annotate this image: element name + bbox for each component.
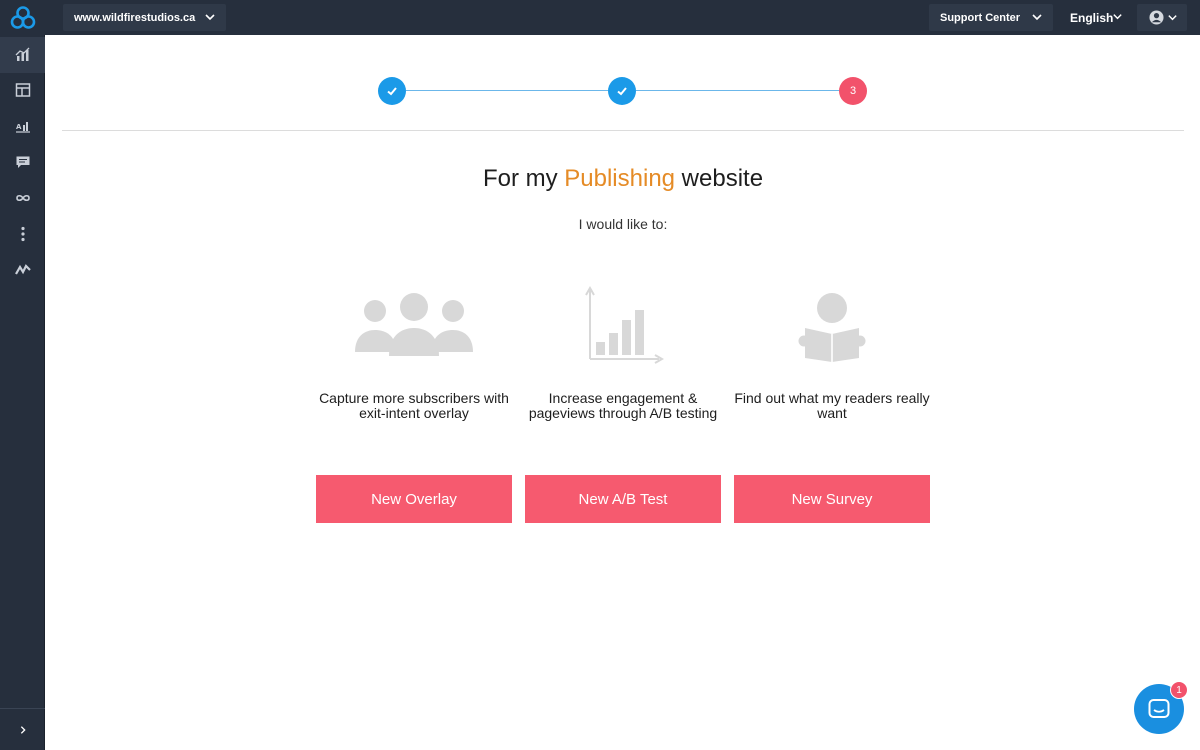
sidebar: A: [0, 35, 45, 750]
chevron-down-icon: [1032, 14, 1042, 21]
chevron-down-icon: [1113, 14, 1122, 20]
page-subtitle: I would like to:: [578, 216, 668, 232]
integrations-icon: [15, 194, 30, 202]
layout-icon: [15, 83, 30, 97]
chevron-down-icon: [1168, 15, 1177, 21]
new-survey-button[interactable]: New Survey: [734, 475, 930, 523]
page-title-suffix: website: [675, 165, 764, 192]
checkmark-icon: [617, 87, 627, 96]
sidebar-expand-button[interactable]: [0, 708, 45, 750]
checkmark-icon: [387, 87, 397, 96]
site-selector-label: www.wildfirestudios.ca: [74, 11, 196, 24]
bar-chart-icon: [585, 286, 665, 364]
site-selector[interactable]: www.wildfirestudios.ca: [63, 4, 226, 31]
chat-notification-badge: 1: [1170, 681, 1188, 699]
sidebar-item-integrations[interactable]: [0, 180, 45, 216]
svg-text:A: A: [16, 123, 22, 131]
card-survey-description: Find out what my readers really want: [734, 390, 930, 421]
survey-icon: [16, 156, 29, 168]
language-selector[interactable]: English: [1061, 4, 1129, 31]
support-center-button[interactable]: Support Center: [929, 4, 1053, 31]
chat-icon: [1148, 699, 1170, 718]
sidebar-item-layout[interactable]: [0, 72, 45, 108]
divider: [62, 130, 1184, 131]
step-2-complete: [608, 77, 636, 105]
stepper-connector: [406, 90, 608, 91]
sidebar-item-analytics-line[interactable]: [0, 251, 45, 287]
sidebar-item-analytics[interactable]: [0, 37, 45, 73]
user-menu[interactable]: [1137, 4, 1187, 31]
ab-test-icon: A: [15, 122, 30, 133]
stepper-connector: [636, 90, 839, 91]
card-ab-test-description: Increase engagement & pageviews through …: [528, 390, 718, 421]
logo-icon[interactable]: [10, 5, 36, 31]
chevron-down-icon: [205, 14, 215, 21]
analytics-line-icon: [14, 264, 31, 275]
sidebar-item-ab-test[interactable]: A: [0, 108, 45, 144]
new-ab-test-button[interactable]: New A/B Test: [525, 475, 721, 523]
language-label: English: [1070, 10, 1114, 25]
page-title-highlight: Publishing: [564, 165, 676, 192]
reader-icon: [798, 293, 866, 362]
analytics-icon: [15, 47, 29, 61]
sidebar-item-survey[interactable]: [0, 144, 45, 180]
card-overlay-description: Capture more subscribers with exit-inten…: [319, 390, 509, 421]
top-bar: www.wildfirestudios.ca Support Center En…: [0, 0, 1200, 35]
new-overlay-button[interactable]: New Overlay: [316, 475, 512, 523]
users-icon: [355, 293, 473, 356]
sidebar-item-more[interactable]: [0, 216, 45, 252]
step-1-complete: [378, 77, 406, 105]
step-3-current: 3: [839, 77, 867, 105]
chevron-right-icon: [20, 725, 26, 734]
user-avatar-icon: [1149, 10, 1164, 25]
support-center-label: Support Center: [940, 11, 1021, 24]
page-title: For my Publishing website: [46, 165, 1200, 193]
more-icon: [20, 226, 25, 242]
page-title-prefix: For my: [482, 165, 565, 192]
